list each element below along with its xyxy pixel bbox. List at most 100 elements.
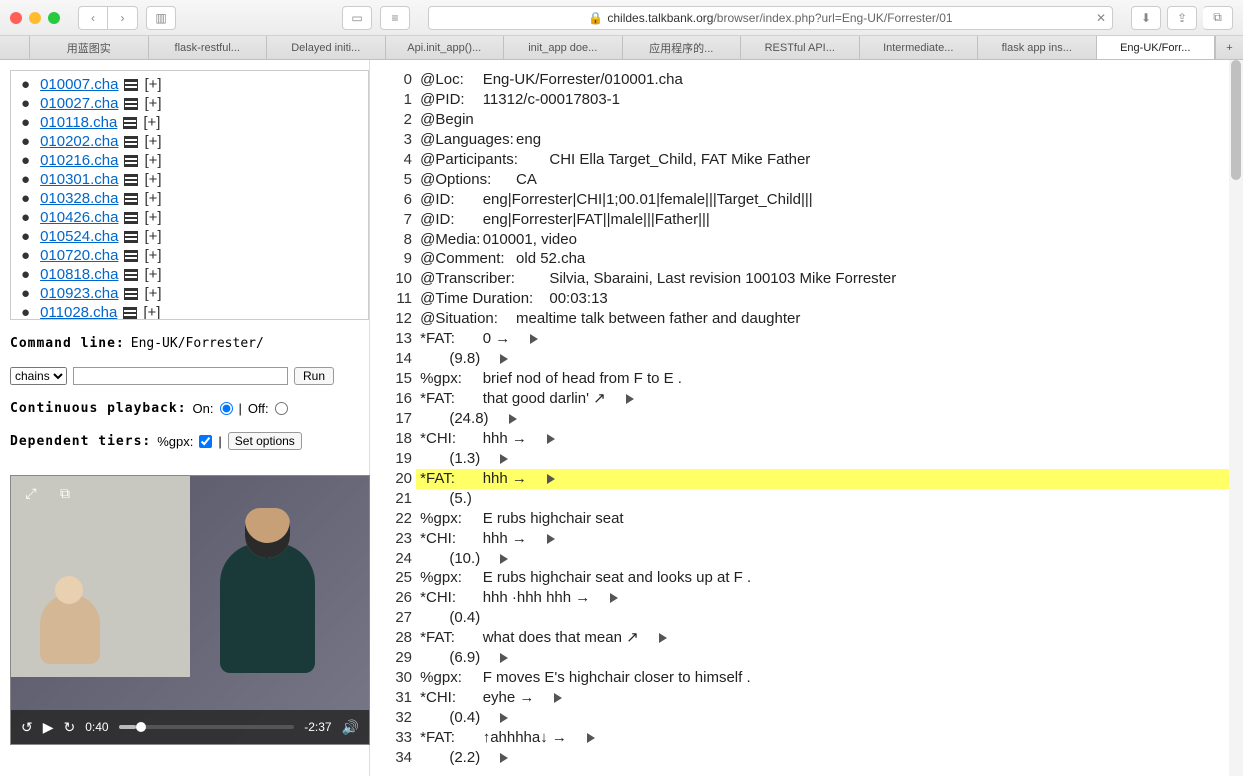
expand-button[interactable]: [+] bbox=[144, 171, 161, 188]
media-icon[interactable] bbox=[124, 288, 138, 300]
transcript-line[interactable]: 9 @Comment: old 52.cha bbox=[370, 249, 1243, 269]
rewind-icon[interactable]: ↺ bbox=[21, 719, 33, 736]
play-line-icon[interactable] bbox=[610, 593, 618, 603]
media-icon[interactable] bbox=[124, 250, 138, 262]
transcript-line[interactable]: 33 *FAT: ↑ahhhha↓ → bbox=[370, 728, 1243, 748]
volume-icon[interactable]: 🔊 bbox=[342, 719, 359, 736]
transcript-line[interactable]: 28 *FAT: what does that mean ↗ bbox=[370, 628, 1243, 648]
play-line-icon[interactable] bbox=[554, 693, 562, 703]
file-link[interactable]: 010720.cha bbox=[40, 247, 118, 264]
file-link[interactable]: 010328.cha bbox=[40, 190, 118, 207]
media-icon[interactable] bbox=[123, 117, 137, 129]
new-tab-button[interactable]: + bbox=[1215, 36, 1243, 59]
close-window-button[interactable] bbox=[10, 12, 22, 24]
media-icon[interactable] bbox=[124, 269, 138, 281]
maximize-window-button[interactable] bbox=[48, 12, 60, 24]
transcript-line[interactable]: 27 (0.4) bbox=[370, 608, 1243, 628]
downloads-button[interactable]: ⬇ bbox=[1131, 6, 1161, 30]
file-list[interactable]: ●010007.cha[+]●010027.cha[+]●010118.cha[… bbox=[10, 70, 369, 320]
command-input[interactable] bbox=[73, 367, 288, 385]
browser-tab[interactable]: flask app ins... bbox=[978, 36, 1097, 59]
play-line-icon[interactable] bbox=[500, 653, 508, 663]
command-select[interactable]: chains bbox=[10, 367, 67, 385]
video-frame[interactable] bbox=[11, 476, 369, 744]
transcript-line[interactable]: 18 *CHI: hhh → bbox=[370, 429, 1243, 449]
transcript-line[interactable]: 26 *CHI: hhh ·hhh hhh → bbox=[370, 588, 1243, 608]
expand-button[interactable]: [+] bbox=[144, 76, 161, 93]
playback-off-radio[interactable] bbox=[275, 402, 288, 415]
minimize-window-button[interactable] bbox=[29, 12, 41, 24]
browser-tab[interactable]: flask-restful... bbox=[149, 36, 268, 59]
play-line-icon[interactable] bbox=[626, 394, 634, 404]
file-link[interactable]: 010118.cha bbox=[40, 114, 117, 131]
media-icon[interactable] bbox=[124, 193, 138, 205]
share-button[interactable]: ⇪ bbox=[1167, 6, 1197, 30]
expand-button[interactable]: [+] bbox=[143, 114, 160, 131]
play-line-icon[interactable] bbox=[587, 733, 595, 743]
expand-button[interactable]: [+] bbox=[144, 152, 161, 169]
run-button[interactable]: Run bbox=[294, 367, 334, 385]
play-line-icon[interactable] bbox=[547, 474, 555, 484]
transcript-line[interactable]: 24 (10.) bbox=[370, 549, 1243, 569]
media-icon[interactable] bbox=[124, 231, 138, 243]
expand-button[interactable]: [+] bbox=[144, 190, 161, 207]
sidebar-toggle-button[interactable]: ▥ bbox=[146, 6, 176, 30]
transcript-line[interactable]: 32 (0.4) bbox=[370, 708, 1243, 728]
transcript-line[interactable]: 8 @Media: 010001, video bbox=[370, 230, 1243, 250]
forward-icon[interactable]: ↻ bbox=[64, 719, 76, 736]
transcript-line[interactable]: 19 (1.3) bbox=[370, 449, 1243, 469]
transcript-line[interactable]: 7 @ID: eng|Forrester|FAT||male|||Father|… bbox=[370, 210, 1243, 230]
expand-button[interactable]: [+] bbox=[143, 304, 160, 320]
media-icon[interactable] bbox=[124, 136, 138, 148]
transcript-line[interactable]: 0 @Loc: Eng-UK/Forrester/010001.cha bbox=[370, 70, 1243, 90]
file-link[interactable]: 010202.cha bbox=[40, 133, 118, 150]
browser-tab[interactable]: 用蓝图实 bbox=[30, 36, 149, 59]
menu-button[interactable]: ≡ bbox=[380, 6, 410, 30]
media-icon[interactable] bbox=[124, 98, 138, 110]
expand-button[interactable]: [+] bbox=[144, 247, 161, 264]
transcript-line[interactable]: 2 @Begin bbox=[370, 110, 1243, 130]
play-icon[interactable]: ▶ bbox=[43, 719, 54, 736]
media-icon[interactable] bbox=[124, 155, 138, 167]
transcript-line[interactable]: 3 @Languages: eng bbox=[370, 130, 1243, 150]
browser-tab-active[interactable]: Eng-UK/Forr... bbox=[1097, 36, 1216, 59]
file-link[interactable]: 010426.cha bbox=[40, 209, 118, 226]
tier-checkbox[interactable] bbox=[199, 435, 212, 448]
transcript-panel[interactable]: 0 @Loc: Eng-UK/Forrester/010001.cha1 @PI… bbox=[370, 60, 1243, 776]
transcript-line[interactable]: 29 (6.9) bbox=[370, 648, 1243, 668]
play-line-icon[interactable] bbox=[500, 454, 508, 464]
media-icon[interactable] bbox=[124, 212, 138, 224]
file-link[interactable]: 010301.cha bbox=[40, 171, 118, 188]
transcript-line[interactable]: 10 @Transcriber: Silvia, Sbaraini, Last … bbox=[370, 269, 1243, 289]
fullscreen-icon[interactable]: ⤢ bbox=[17, 482, 45, 504]
transcript-line[interactable]: 14 (9.8) bbox=[370, 349, 1243, 369]
play-line-icon[interactable] bbox=[500, 713, 508, 723]
scrollbar-thumb[interactable] bbox=[1231, 60, 1241, 180]
page-scrollbar[interactable] bbox=[1229, 60, 1243, 776]
browser-tab[interactable]: RESTful API... bbox=[741, 36, 860, 59]
transcript-line[interactable]: 34 (2.2) bbox=[370, 748, 1243, 768]
browser-tab[interactable]: Delayed initi... bbox=[267, 36, 386, 59]
transcript-line[interactable]: 11 @Time Duration: 00:03:13 bbox=[370, 289, 1243, 309]
play-line-icon[interactable] bbox=[500, 554, 508, 564]
transcript-line[interactable]: 16 *FAT: that good darlin' ↗ bbox=[370, 389, 1243, 409]
expand-button[interactable]: [+] bbox=[144, 209, 161, 226]
browser-tab[interactable]: init_app doe... bbox=[504, 36, 623, 59]
media-icon[interactable] bbox=[124, 174, 138, 186]
media-icon[interactable] bbox=[124, 79, 138, 91]
expand-button[interactable]: [+] bbox=[144, 228, 161, 245]
play-line-icon[interactable] bbox=[509, 414, 517, 424]
expand-button[interactable]: [+] bbox=[144, 133, 161, 150]
transcript-line[interactable]: 12 @Situation: mealtime talk between fat… bbox=[370, 309, 1243, 329]
media-icon[interactable] bbox=[123, 307, 137, 319]
transcript-line[interactable]: 5 @Options: CA bbox=[370, 170, 1243, 190]
file-link[interactable]: 010007.cha bbox=[40, 76, 118, 93]
transcript-line[interactable]: 30 %gpx: F moves E's highchair closer to… bbox=[370, 668, 1243, 688]
back-button[interactable]: ‹ bbox=[78, 6, 108, 30]
transcript-line[interactable]: 25 %gpx: E rubs highchair seat and looks… bbox=[370, 568, 1243, 588]
expand-button[interactable]: [+] bbox=[144, 95, 161, 112]
transcript-line[interactable]: 15 %gpx: brief nod of head from F to E . bbox=[370, 369, 1243, 389]
browser-tab[interactable]: 应用程序的... bbox=[623, 36, 742, 59]
expand-button[interactable]: [+] bbox=[144, 266, 161, 283]
address-bar[interactable]: 🔒 childes.talkbank.org/browser/index.php… bbox=[428, 6, 1113, 30]
